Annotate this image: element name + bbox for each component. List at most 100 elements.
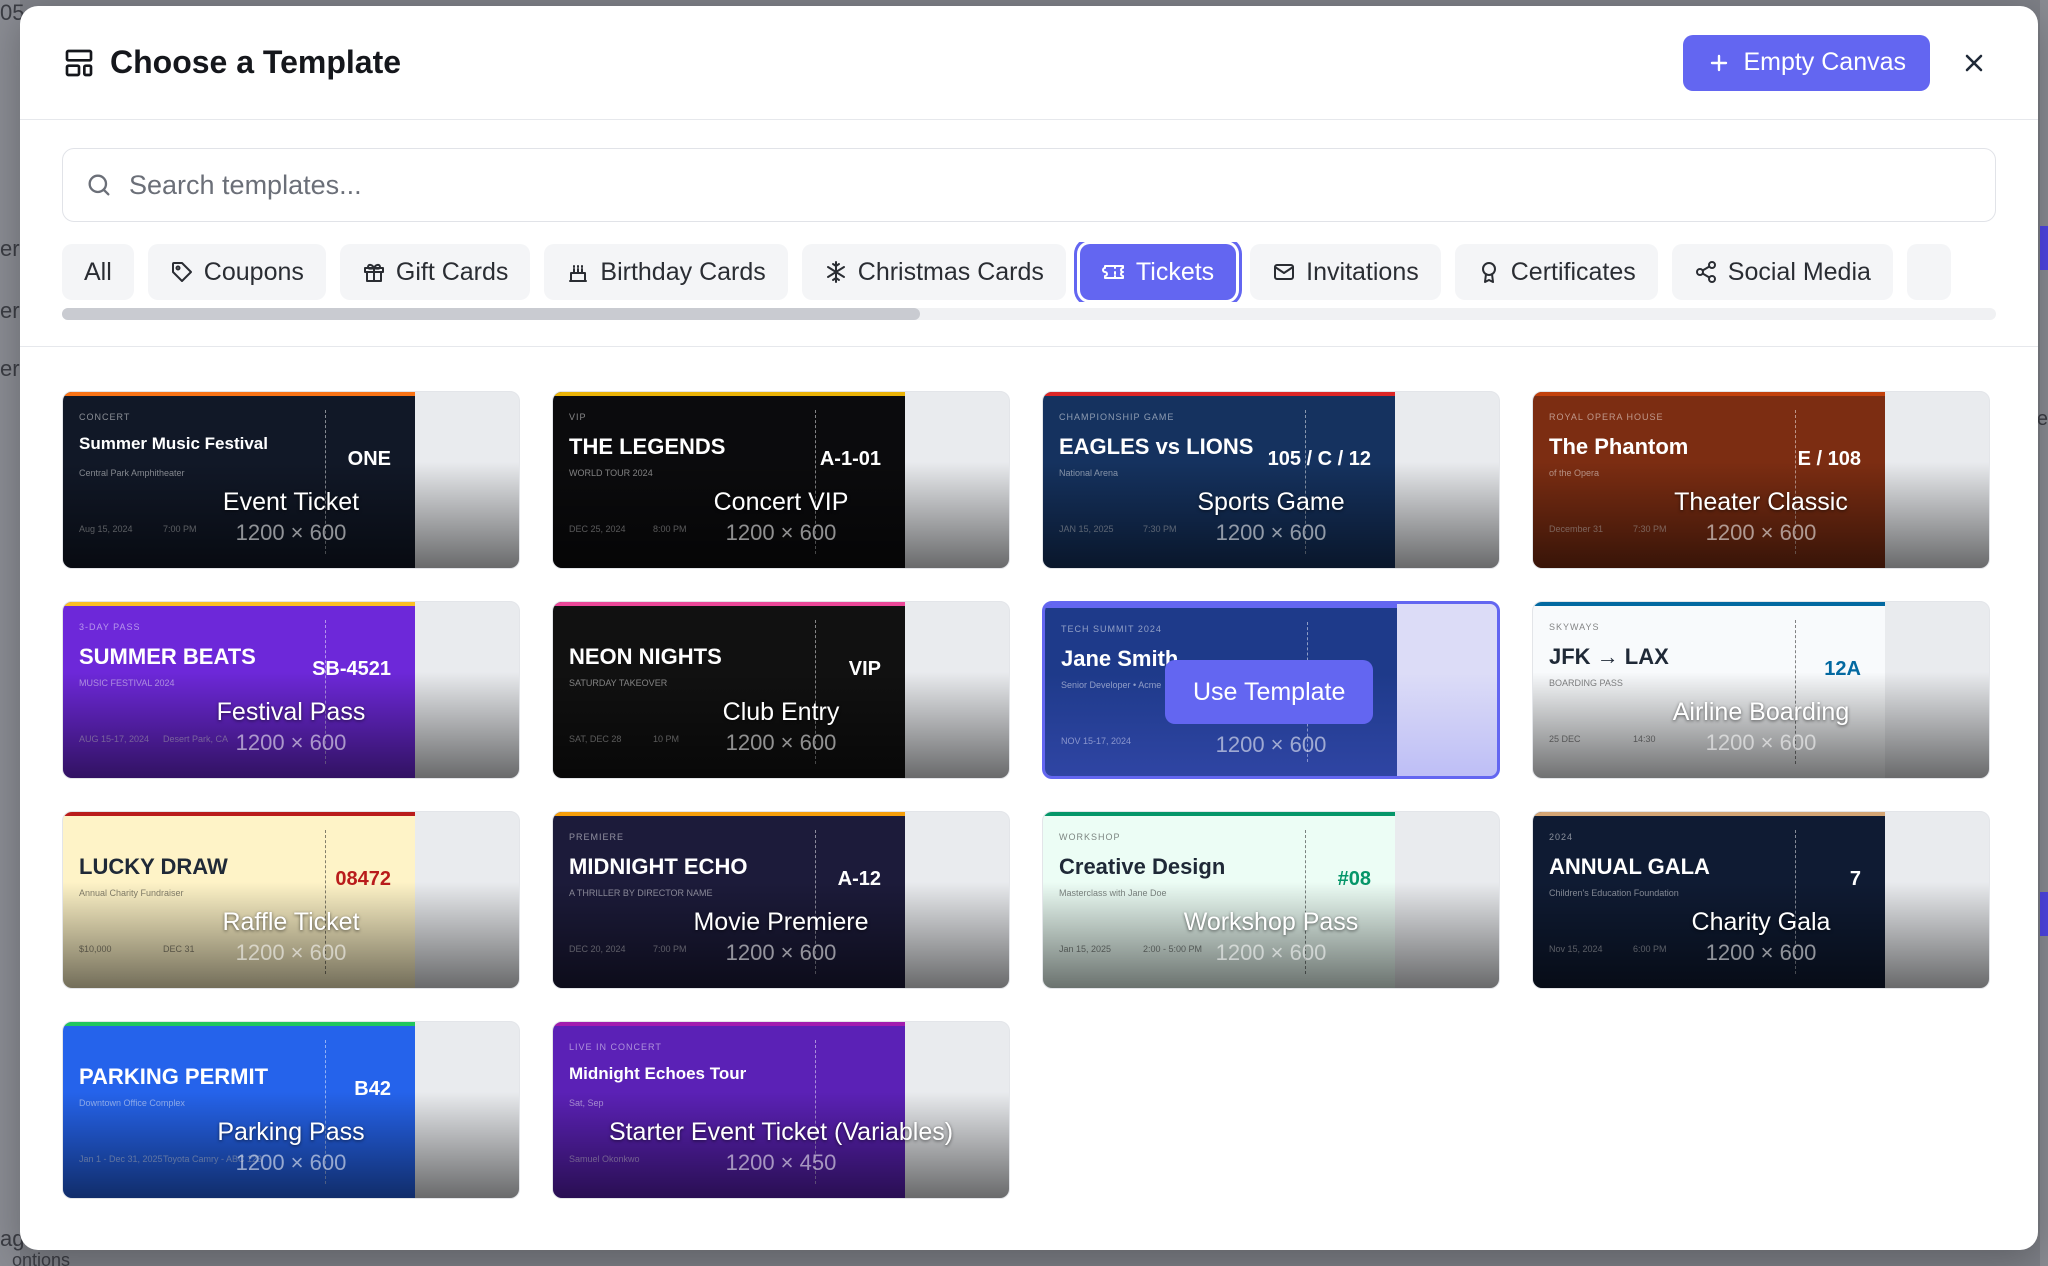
layout-template-icon [62, 46, 96, 80]
thumbnail-text: Midnight Echoes Tour [569, 1064, 747, 1083]
template-size: 1200 × 600 [1705, 520, 1817, 545]
close-icon[interactable] [1952, 41, 1996, 85]
category-tab-label: Invitations [1306, 257, 1419, 286]
template-card[interactable]: CHAMPIONSHIP GAMEEAGLES vs LIONSNational… [1042, 391, 1500, 569]
mail-icon [1274, 264, 1295, 280]
template-name: Raffle Ticket [222, 908, 360, 936]
template-size: 1200 × 450 [725, 1150, 837, 1175]
empty-canvas-button[interactable]: Empty Canvas [1683, 34, 1930, 91]
scrollbar-thumb[interactable] [62, 308, 920, 320]
share-icon [1695, 261, 1716, 283]
template-card[interactable]: VIPTHE LEGENDSWORLD TOUR 2024A-1-01DEC 2… [552, 391, 1010, 569]
cake-icon [569, 265, 588, 282]
category-tab-coupons[interactable]: Coupons [147, 244, 326, 300]
category-tab-label: Tickets [1135, 257, 1215, 286]
category-tab-label: Gift Cards [395, 257, 509, 286]
category-tab-certificates[interactable]: Certificates [1454, 244, 1658, 300]
template-name: Workshop Pass [1183, 908, 1359, 936]
background-accent [2040, 226, 2048, 270]
template-card[interactable]: PREMIEREMIDNIGHT ECHOA THRILLER BY DIREC… [552, 811, 1010, 989]
template-card[interactable]: LIVE IN CONCERTMidnight Echoes TourSat, … [552, 1021, 1010, 1199]
thumbnail-text: JFK → LAX [1549, 644, 1669, 669]
thumbnail-text: THE LEGENDS [569, 434, 726, 459]
category-tab-label: Social Media [1727, 257, 1871, 286]
gift-icon [363, 263, 384, 282]
template-card[interactable]: PARKING PERMITDowntown Office ComplexB42… [62, 1021, 520, 1199]
template-card[interactable]: ROYAL OPERA HOUSEThe Phantomof the Opera… [1532, 391, 1990, 569]
thumbnail-text: VIP [569, 412, 587, 422]
background-fragment: er [0, 298, 20, 323]
template-name: Concert VIP [713, 488, 849, 516]
thumbnail-text: WORKSHOP [1059, 832, 1121, 842]
thumbnail-text: Creative Design [1059, 854, 1226, 879]
thumbnail-text: ANNUAL GALA [1549, 854, 1710, 879]
template-size: 1200 × 600 [235, 520, 347, 545]
template-name: Parking Pass [217, 1118, 365, 1146]
category-tab-overflow[interactable] [1906, 244, 1951, 300]
template-size: 1200 × 600 [1215, 520, 1327, 545]
category-tab-label: Birthday Cards [600, 257, 766, 286]
template-name: Sports Game [1197, 488, 1345, 516]
template-name: Festival Pass [216, 698, 366, 726]
plus-icon [1711, 54, 1728, 71]
category-tab-gift-cards[interactable]: Gift Cards [339, 244, 531, 300]
background-fragment: ontions [12, 1250, 71, 1266]
category-tab-birthday-cards[interactable]: Birthday Cards [544, 244, 788, 300]
category-tab-christmas-cards[interactable]: Christmas Cards [801, 244, 1066, 300]
thumbnail-text: SUMMER BEATS [79, 644, 256, 669]
category-tab-label: All [84, 257, 112, 286]
template-card[interactable]: 3-DAY PASSSUMMER BEATSMUSIC FESTIVAL 202… [62, 601, 520, 779]
modal-title: Choose a Template [110, 44, 402, 80]
template-name: Starter Event Ticket (Variables) [608, 1118, 954, 1146]
template-card[interactable]: LUCKY DRAWAnnual Charity Fundraiser08472… [62, 811, 520, 989]
category-tab-label: Christmas Cards [857, 257, 1044, 286]
category-tab-all[interactable]: All [62, 244, 134, 300]
template-size: 1200 × 600 [1215, 732, 1327, 757]
template-card[interactable]: 2024ANNUAL GALAChildren's Education Foun… [1532, 811, 1990, 989]
thumbnail-text: NEON NIGHTS [569, 644, 722, 669]
ticket-icon [1101, 265, 1124, 279]
search-icon [88, 174, 110, 196]
template-size: 1200 × 600 [1705, 730, 1817, 755]
category-tab-tickets[interactable]: Tickets [1079, 244, 1237, 300]
modal-header: Choose a Template Empty Canvas [20, 6, 2038, 120]
thumbnail-text: SKYWAYS [1549, 622, 1600, 632]
template-name: Airline Boarding [1672, 698, 1850, 726]
template-size: 1200 × 600 [725, 520, 837, 545]
category-scrollbar[interactable] [62, 308, 1996, 320]
empty-canvas-label: Empty Canvas [1743, 48, 1906, 76]
category-tab-social-media[interactable]: Social Media [1671, 244, 1893, 300]
template-card[interactable]: TECH SUMMIT 2024Jane SmithSenior Develop… [1042, 601, 1500, 779]
template-card[interactable]: SKYWAYSJFK → LAXBOARDING PASS12A25 DEC14… [1532, 601, 1990, 779]
template-name: Club Entry [722, 698, 840, 726]
tag-icon [171, 262, 192, 282]
template-size: 1200 × 600 [235, 1150, 347, 1175]
template-card[interactable]: WORKSHOPCreative DesignMasterclass with … [1042, 811, 1500, 989]
template-grid: CONCERTSummer Music FestivalCentral Park… [20, 347, 2038, 1199]
thumbnail-text: CHAMPIONSHIP GAME [1059, 412, 1175, 422]
thumbnail-text: PARKING PERMIT [79, 1064, 269, 1089]
thumbnail-text: LIVE IN CONCERT [569, 1042, 662, 1052]
thumbnail-text: CONCERT [79, 412, 131, 422]
search-box [62, 148, 1996, 222]
thumbnail-text: Summer Music Festival [79, 434, 268, 453]
thumbnail-text: 3-DAY PASS [79, 622, 141, 632]
background-fragment: er [0, 236, 20, 261]
template-card[interactable]: CONCERTSummer Music FestivalCentral Park… [62, 391, 520, 569]
category-tab-invitations[interactable]: Invitations [1250, 244, 1441, 300]
template-name: Theater Classic [1674, 488, 1848, 516]
category-tab-label: Coupons [203, 257, 304, 286]
thumbnail-text: Jane Smith [1061, 646, 1179, 671]
background-accent [2040, 892, 2048, 936]
use-template-button[interactable]: Use Template [1165, 660, 1374, 724]
template-size: 1200 × 600 [1705, 940, 1817, 965]
template-name: Charity Gala [1691, 908, 1831, 936]
background-app-left [0, 0, 20, 1266]
template-card[interactable]: NEON NIGHTSSATURDAY TAKEOVERVIPSAT, DEC … [552, 601, 1010, 779]
template-size: 1200 × 600 [725, 730, 837, 755]
category-tab-label: Certificates [1510, 257, 1636, 286]
template-name: Event Ticket [222, 488, 360, 516]
snowflake-icon [826, 261, 845, 283]
search-input[interactable] [129, 169, 1973, 201]
thumbnail-text: ROYAL OPERA HOUSE [1549, 412, 1664, 422]
